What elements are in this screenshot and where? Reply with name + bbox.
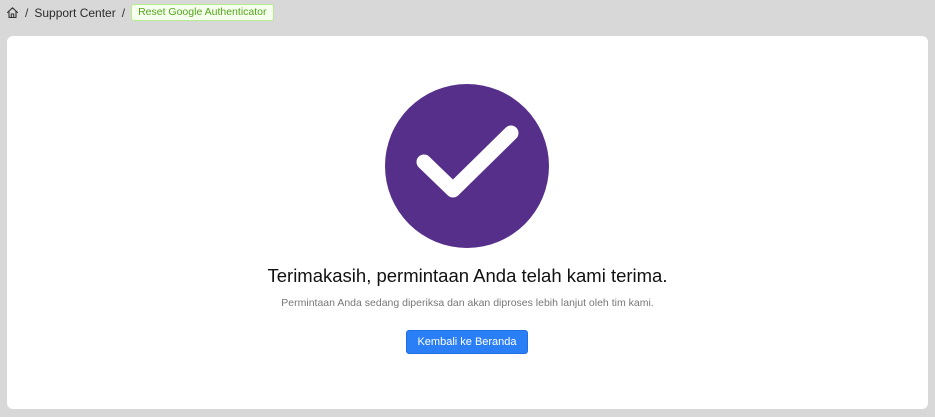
success-circle [385, 84, 549, 248]
breadcrumb-separator: / [25, 5, 29, 20]
success-title: Terimakasih, permintaan Anda telah kami … [267, 265, 668, 286]
checkmark-icon [416, 125, 519, 198]
success-subtitle: Permintaan Anda sedang diperiksa dan aka… [281, 297, 654, 309]
breadcrumb-separator: / [121, 5, 126, 20]
back-to-home-button[interactable]: Kembali ke Beranda [406, 330, 528, 354]
result-card: Terimakasih, permintaan Anda telah kami … [7, 36, 928, 409]
breadcrumb-current-page: Reset Google Authenticator [131, 4, 274, 21]
home-icon[interactable] [6, 6, 19, 19]
breadcrumb-support-center[interactable]: Support Center [34, 6, 115, 20]
breadcrumb: / Support Center / Reset Google Authenti… [6, 4, 274, 21]
